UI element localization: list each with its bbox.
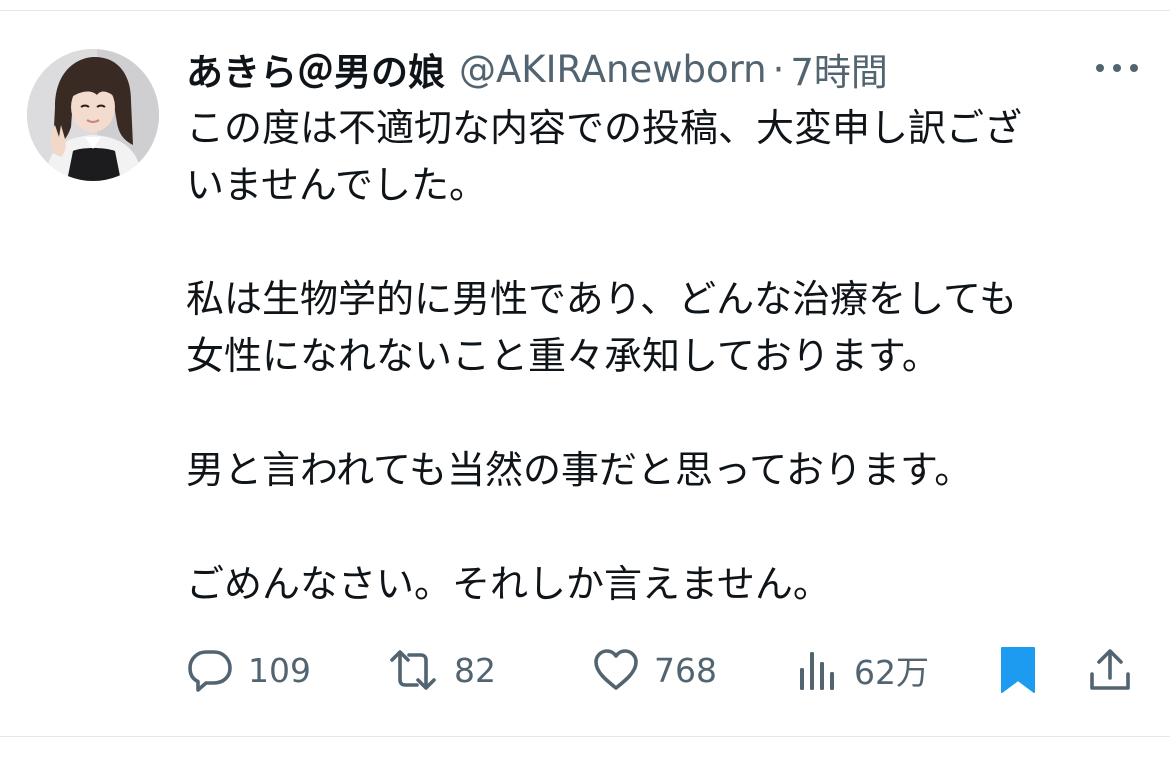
user-handle[interactable]: @AKIRAnewborn [459, 48, 767, 91]
reply-button[interactable]: 109 [186, 640, 311, 700]
views-button[interactable]: 62万 [796, 640, 929, 700]
tweet-text-line: 男と言われても当然の事だと思っております。 [186, 448, 973, 492]
bottom-divider [0, 736, 1170, 737]
tweet-text-line: この度は不適切な内容での投稿、大変申し訳ござ [186, 106, 1023, 150]
like-button[interactable]: 768 [592, 640, 717, 700]
avatar[interactable] [27, 49, 159, 181]
separator-dot: · [772, 47, 785, 91]
retweet-count: 82 [454, 650, 496, 690]
views-bar-icon [796, 646, 840, 694]
tweet-actions: 109 82 768 62万 [186, 640, 1136, 700]
heart-icon [592, 646, 640, 694]
bookmark-button[interactable] [996, 640, 1040, 700]
share-button[interactable] [1086, 640, 1134, 700]
more-horizontal-icon [1096, 64, 1138, 72]
tweet-text: この度は不適切な内容での投稿、大変申し訳ござ いませんでした。 私は生物学的に男… [186, 100, 1146, 613]
tweet-text-line: いませんでした。 [186, 163, 487, 207]
retweet-icon [386, 646, 440, 694]
tweet-header: あきら＠男の娘 @AKIRAnewborn · 7時間 [186, 42, 888, 96]
bookmark-icon [996, 644, 1040, 696]
top-divider [0, 10, 1170, 11]
more-options-button[interactable] [1094, 58, 1140, 78]
timestamp[interactable]: 7時間 [790, 42, 888, 96]
share-upload-icon [1086, 646, 1134, 694]
like-count: 768 [654, 650, 717, 690]
retweet-button[interactable]: 82 [386, 640, 496, 700]
reply-bubble-icon [186, 646, 234, 694]
tweet-text-line: ごめんなさい。それしか言えません。 [186, 562, 831, 606]
avatar-image [27, 49, 159, 181]
tweet-text-line: 私は生物学的に男性であり、どんな治療をしても [186, 277, 1018, 321]
tweet[interactable]: あきら＠男の娘 @AKIRAnewborn · 7時間 この度は不適切な内容での… [0, 0, 1170, 758]
display-name[interactable]: あきら＠男の娘 [186, 42, 445, 96]
tweet-text-line: 女性になれないこと重々承知しております。 [186, 334, 940, 378]
reply-count: 109 [248, 650, 311, 690]
views-count: 62万 [854, 653, 929, 692]
